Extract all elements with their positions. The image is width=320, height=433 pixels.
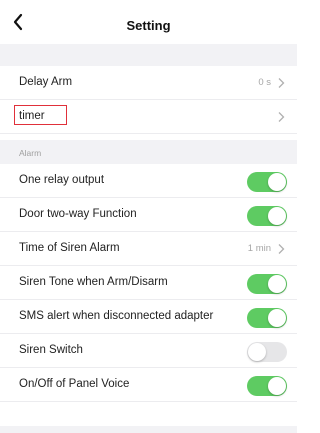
siren-switch-label: Siren Switch — [19, 344, 83, 356]
sms-alert-row: SMS alert when disconnected adapter — [0, 300, 297, 334]
one-relay-row: One relay output — [0, 164, 297, 198]
siren-tone-toggle[interactable] — [247, 274, 287, 294]
sms-alert-toggle[interactable] — [247, 308, 287, 328]
delay-arm-value: 0 s — [258, 77, 271, 88]
one-relay-label: One relay output — [19, 174, 105, 186]
bottom-spacer — [0, 426, 297, 433]
nav-bar: Setting — [0, 0, 297, 44]
siren-tone-label: Siren Tone when Arm/Disarm — [19, 276, 168, 288]
alarm-section-label: Alarm — [19, 148, 42, 158]
chevron-right-icon — [276, 77, 286, 89]
toggle-knob — [268, 207, 286, 225]
siren-switch-toggle[interactable] — [247, 342, 287, 362]
alarm-section-header: Alarm — [0, 140, 297, 164]
panel-voice-label: On/Off of Panel Voice — [19, 378, 130, 390]
chevron-right-icon — [276, 111, 286, 123]
panel-voice-row: On/Off of Panel Voice — [0, 368, 297, 402]
door-two-way-row: Door two-way Function — [0, 198, 297, 232]
section-spacer — [0, 44, 297, 66]
siren-switch-row: Siren Switch — [0, 334, 297, 368]
door-two-way-label: Door two-way Function — [19, 208, 137, 220]
page-title: Setting — [126, 18, 171, 33]
siren-time-value: 1 min — [247, 243, 271, 254]
toggle-knob — [268, 173, 286, 191]
siren-time-row[interactable]: Time of Siren Alarm 1 min — [0, 232, 297, 266]
delay-arm-row[interactable]: Delay Arm 0 s — [0, 66, 297, 100]
siren-time-label: Time of Siren Alarm — [19, 242, 120, 254]
sms-alert-label: SMS alert when disconnected adapter — [19, 310, 214, 322]
siren-tone-row: Siren Tone when Arm/Disarm — [0, 266, 297, 300]
chevron-right-icon — [276, 243, 286, 255]
toggle-knob — [268, 275, 286, 293]
timer-row[interactable]: timer — [0, 100, 297, 134]
timer-label: timer — [19, 110, 45, 122]
door-two-way-toggle[interactable] — [247, 206, 287, 226]
one-relay-toggle[interactable] — [247, 172, 287, 192]
delay-arm-label: Delay Arm — [19, 76, 73, 88]
toggle-knob — [268, 377, 286, 395]
toggle-knob — [248, 343, 266, 361]
toggle-knob — [268, 309, 286, 327]
panel-voice-toggle[interactable] — [247, 376, 287, 396]
